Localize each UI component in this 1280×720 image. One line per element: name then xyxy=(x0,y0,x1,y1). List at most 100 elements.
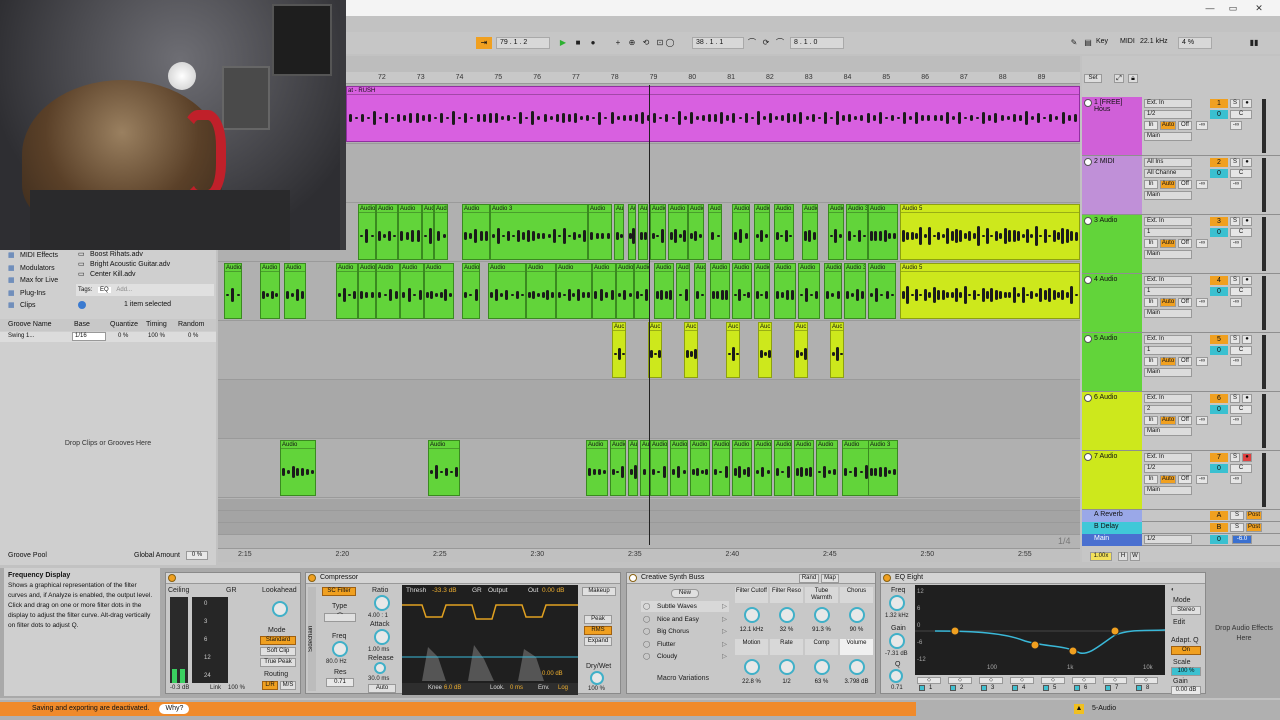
thresh-value[interactable]: -33.3 dB xyxy=(432,587,457,594)
attack-value[interactable]: 1.00 ms xyxy=(368,647,389,653)
audio-clip[interactable]: Audio xyxy=(628,440,638,496)
output-toggle[interactable]: Output xyxy=(488,587,508,594)
soft-clip-button[interactable]: Soft Clip xyxy=(260,647,296,656)
automation-arm-icon[interactable]: ⊕ xyxy=(626,37,638,49)
audio-clip[interactable]: Audio xyxy=(376,263,400,319)
band-toggle[interactable] xyxy=(1012,685,1018,691)
sc-freq-knob[interactable] xyxy=(332,641,348,657)
macro-value[interactable]: 90 % xyxy=(840,627,873,633)
audio-clip[interactable]: Audio xyxy=(284,263,306,319)
monitor-off-button[interactable]: Off xyxy=(1178,121,1192,130)
why-button[interactable]: Why? xyxy=(159,704,190,714)
audio-clip[interactable]: Audio xyxy=(694,263,706,319)
session-record-icon[interactable]: ◯ xyxy=(664,37,676,49)
track-pan[interactable]: C xyxy=(1230,169,1252,178)
audio-clip[interactable]: Audio xyxy=(868,263,896,319)
track-activator[interactable]: 5 xyxy=(1210,335,1228,344)
freq-knob[interactable] xyxy=(889,595,905,611)
macro-knob[interactable] xyxy=(849,659,865,675)
record-icon[interactable]: ● xyxy=(587,37,599,49)
macro-value[interactable]: 1/2 xyxy=(770,679,803,685)
band-toggle[interactable] xyxy=(950,685,956,691)
arm-icon[interactable]: ● xyxy=(1242,158,1252,167)
arrangement-view[interactable]: 72 73 74 75 76 77 78 79 80 81 82 83 84 85 86 87 88 89 at … xyxy=(218,56,1080,562)
auto-release-button[interactable]: Auto xyxy=(368,684,396,693)
loop-length[interactable]: 8 . 1 . 0 xyxy=(790,37,844,49)
send-a-value[interactable]: -∞ xyxy=(1196,239,1208,248)
audio-clip[interactable]: Audio xyxy=(400,263,424,319)
audio-clip[interactable]: Audio xyxy=(774,263,796,319)
fold-icon[interactable] xyxy=(1084,335,1092,343)
arm-icon[interactable]: ● xyxy=(1242,335,1252,344)
send-b-value[interactable]: -∞ xyxy=(1230,416,1242,425)
audio-clip[interactable]: Audio 3 xyxy=(846,204,868,260)
audio-clip[interactable]: Audio xyxy=(650,204,666,260)
audio-clip[interactable]: Audio xyxy=(224,263,242,319)
gr-toggle[interactable]: GR xyxy=(472,587,482,594)
output-select[interactable]: Main xyxy=(1144,132,1192,141)
audio-clip[interactable]: Audio 3 xyxy=(844,263,866,319)
send-b-value[interactable]: -∞ xyxy=(1230,475,1242,484)
track-name-area[interactable]: 3 Audio xyxy=(1082,215,1142,273)
power-icon[interactable] xyxy=(629,574,637,582)
track-name-area[interactable]: 7 Audio xyxy=(1082,451,1142,509)
audio-clip[interactable]: Audio xyxy=(688,204,704,260)
true-peak-button[interactable]: True Peak xyxy=(260,658,296,667)
eq-band[interactable]: ◇ 6 xyxy=(1072,677,1101,693)
audio-clip[interactable]: Audio xyxy=(586,440,608,496)
filter-type-icon[interactable]: ◇ xyxy=(1134,677,1158,684)
output-select[interactable]: Main xyxy=(1144,309,1192,318)
audio-clip[interactable]: Auc xyxy=(684,322,698,378)
lr-button[interactable]: L/R xyxy=(262,681,278,690)
output-select[interactable]: Main xyxy=(1144,427,1192,436)
expand-button[interactable]: Expand xyxy=(584,637,612,646)
main-track[interactable]: Main 1/2 0 -6.0 xyxy=(1082,534,1280,546)
eq-display[interactable]: 12 6 0 -6 -12 100 1k 10k xyxy=(915,585,1165,675)
send-b-value[interactable]: -∞ xyxy=(1230,357,1242,366)
filter-type-icon[interactable]: ◇ xyxy=(948,677,972,684)
browser-file[interactable]: ▭ Bright Acoustic Guitar.adv xyxy=(76,260,216,270)
input-type-select[interactable]: Ext. In xyxy=(1144,217,1192,226)
macro-knob[interactable] xyxy=(814,659,830,675)
input-type-select[interactable]: Ext. In xyxy=(1144,335,1192,344)
map-button[interactable]: Map xyxy=(821,574,839,583)
track-activator[interactable]: 2 xyxy=(1210,158,1228,167)
variation-select-icon[interactable]: ◯ xyxy=(643,639,650,650)
audio-clip[interactable]: Audio xyxy=(732,440,752,496)
audio-clip[interactable]: Auc xyxy=(758,322,772,378)
audio-clip[interactable]: Audio xyxy=(422,204,434,260)
groove-quantize[interactable]: 0 % xyxy=(118,333,128,339)
monitor-auto-button[interactable]: Auto xyxy=(1160,121,1176,130)
return-name[interactable]: B Delay xyxy=(1082,522,1142,534)
q-value[interactable]: 0.71 xyxy=(891,685,903,691)
variation-select-icon[interactable]: ◯ xyxy=(643,651,650,662)
play-icon[interactable]: ▶ xyxy=(557,37,569,49)
apply-variation-icon[interactable]: ▷ xyxy=(722,651,727,662)
draw-mode-icon[interactable]: ✎ xyxy=(1068,37,1080,49)
band-toggle[interactable] xyxy=(1043,685,1049,691)
variation-item[interactable]: ◯ Subtle Waves ▷ xyxy=(641,601,729,612)
lookahead-value[interactable]: 0 ms xyxy=(510,685,523,691)
audio-clip[interactable]: Auc xyxy=(648,322,662,378)
variation-item[interactable]: ◯ Nice and Easy ▷ xyxy=(641,614,729,625)
lookahead-knob[interactable] xyxy=(272,601,288,617)
peak-button[interactable]: Peak xyxy=(584,615,612,624)
filter-type-icon[interactable]: ◇ xyxy=(1072,677,1096,684)
res-value[interactable]: 0.71 xyxy=(326,678,354,687)
filter-type-select[interactable]: ⌒ xyxy=(324,613,356,622)
macro-control[interactable]: Tube Warmth 91.3 % xyxy=(805,587,838,637)
variation-item[interactable]: ◯ Cloudy ▷ xyxy=(641,651,729,662)
audio-clip[interactable]: Auc xyxy=(726,322,740,378)
input-channel-select[interactable]: 1/2 xyxy=(1144,110,1192,119)
monitor-in-button[interactable]: In xyxy=(1144,475,1158,484)
audio-clip[interactable]: Auc xyxy=(794,322,808,378)
audio-clip[interactable]: Auc xyxy=(612,322,626,378)
monitor-auto-button[interactable]: Auto xyxy=(1160,475,1176,484)
audio-clip[interactable]: Audio xyxy=(634,263,650,319)
arm-icon[interactable]: ● xyxy=(1242,453,1252,462)
apply-variation-icon[interactable]: ▷ xyxy=(722,614,727,625)
track-activator[interactable]: 1 xyxy=(1210,99,1228,108)
track-name-area[interactable]: 6 Audio xyxy=(1082,392,1142,450)
eq-band[interactable]: ◇ 1 xyxy=(917,677,946,693)
q-knob[interactable] xyxy=(889,669,903,683)
